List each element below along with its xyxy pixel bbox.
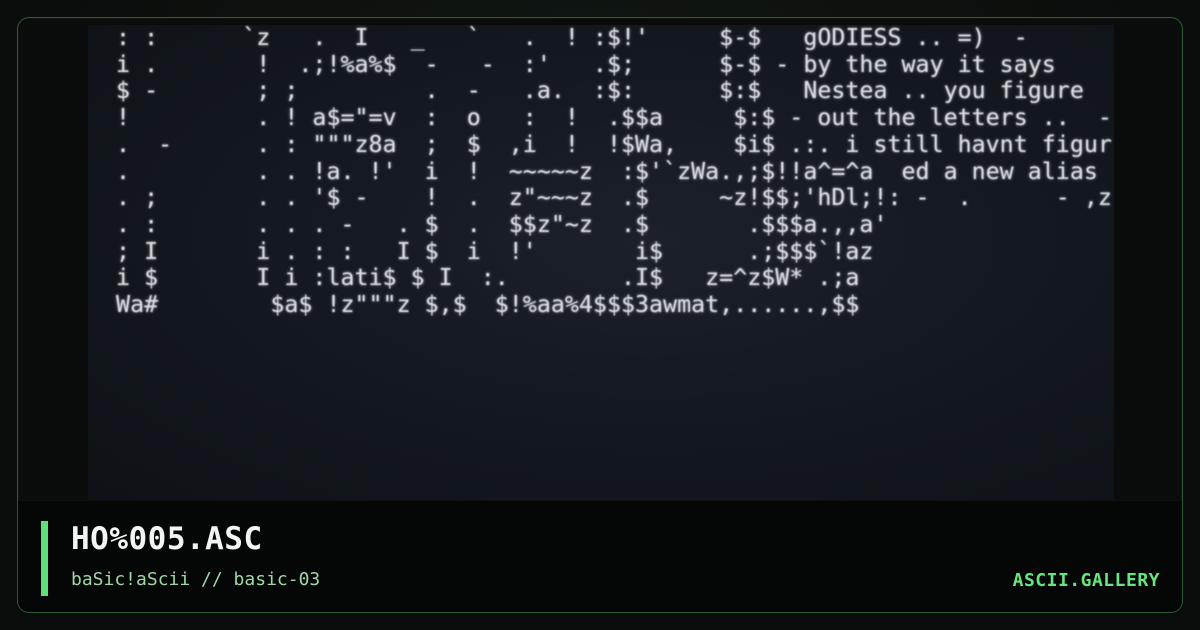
page: : : `z . I _ ` . ! :$!' $-$ gODIESS .. =… [0, 0, 1200, 630]
artwork-title: HO%005.ASC [71, 521, 263, 557]
ascii-art-preview: : : `z . I _ ` . ! :$!' $-$ gODIESS .. =… [88, 25, 1114, 501]
site-brand: ASCII.GALLERY [1012, 570, 1160, 591]
ascii-art-text: : : `z . I _ ` . ! :$!' $-$ gODIESS .. =… [116, 25, 1112, 319]
footer-bar: HO%005.ASC baSic!aScii // basic-03 ASCII… [18, 500, 1182, 612]
artwork-subtitle: baSic!aScii // basic-03 [71, 569, 321, 590]
accent-bar [41, 521, 48, 596]
artwork-card: : : `z . I _ ` . ! :$!' $-$ gODIESS .. =… [17, 17, 1183, 613]
